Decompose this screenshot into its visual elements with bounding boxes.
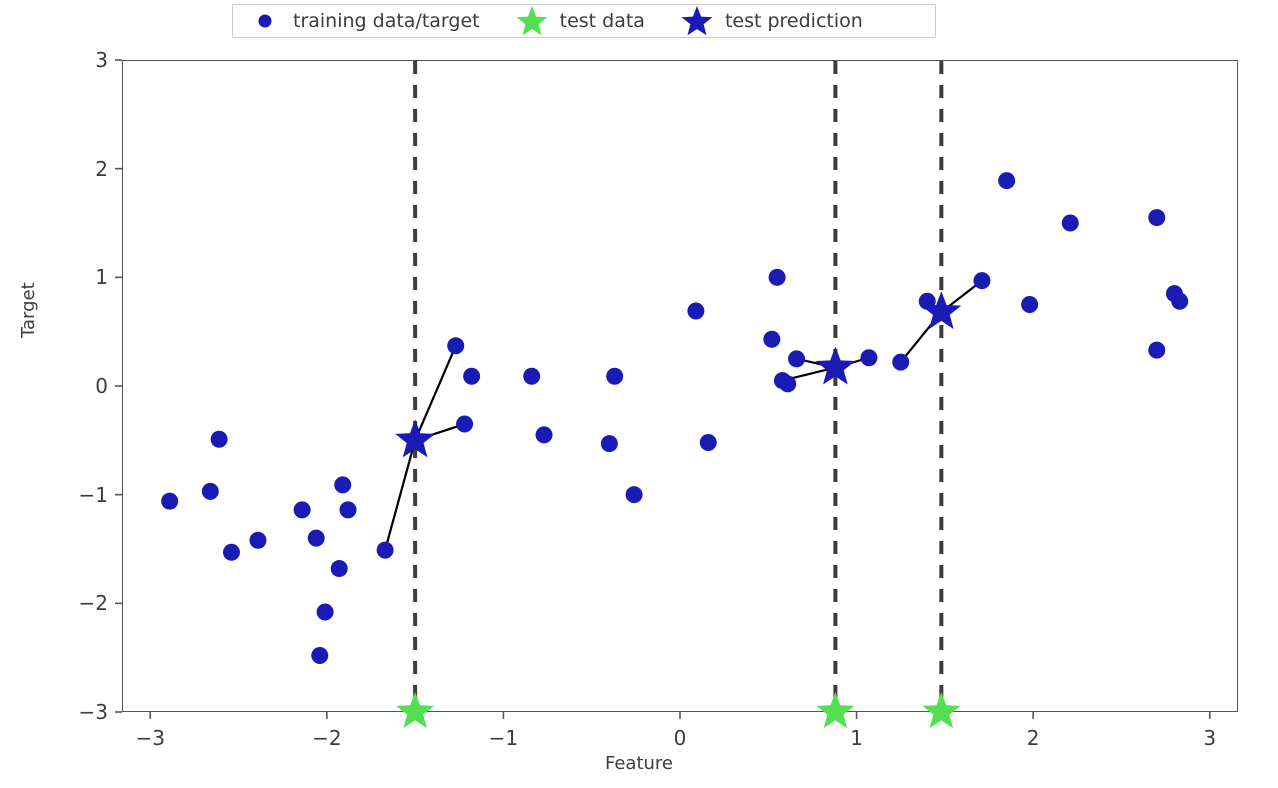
x-tick-label: −2 [312, 726, 342, 750]
knn-regression-plot: training data/target test data test pred… [0, 0, 1278, 788]
legend-label-test-data: test data [559, 10, 645, 32]
x-tick-label: 3 [1203, 726, 1217, 750]
chart-legend: training data/target test data test pred… [232, 4, 936, 38]
legend-label-test-prediction: test prediction [724, 10, 863, 32]
y-tick-label: 0 [95, 374, 108, 398]
legend-entry-training-data: training data/target [247, 10, 480, 32]
y-tick-label: 3 [95, 48, 108, 72]
x-tick-label: −1 [488, 726, 519, 750]
legend-label-training-data: training data/target [293, 10, 480, 32]
y-tick-label: −1 [78, 482, 108, 507]
y-tick-label: −3 [78, 700, 108, 724]
x-tick-label: −3 [135, 726, 165, 750]
x-axis-label: Feature [604, 753, 674, 774]
x-tick-label: 1 [850, 726, 863, 750]
y-tick-label: −2 [78, 591, 108, 616]
x-tick-label: 0 [673, 726, 687, 750]
plot-area [122, 60, 1238, 712]
legend-entry-test-prediction: test prediction [679, 4, 863, 38]
star-marker-icon-blue [679, 4, 715, 38]
y-axis-label: Target [18, 282, 39, 338]
legend-entry-test-data: test data [514, 4, 645, 38]
x-tick-label: 2 [1026, 726, 1040, 750]
y-tick-label: 1 [95, 265, 108, 290]
star-marker-icon-green [514, 4, 550, 38]
y-tick-label: 2 [95, 156, 108, 181]
circle-marker-icon [247, 11, 283, 31]
